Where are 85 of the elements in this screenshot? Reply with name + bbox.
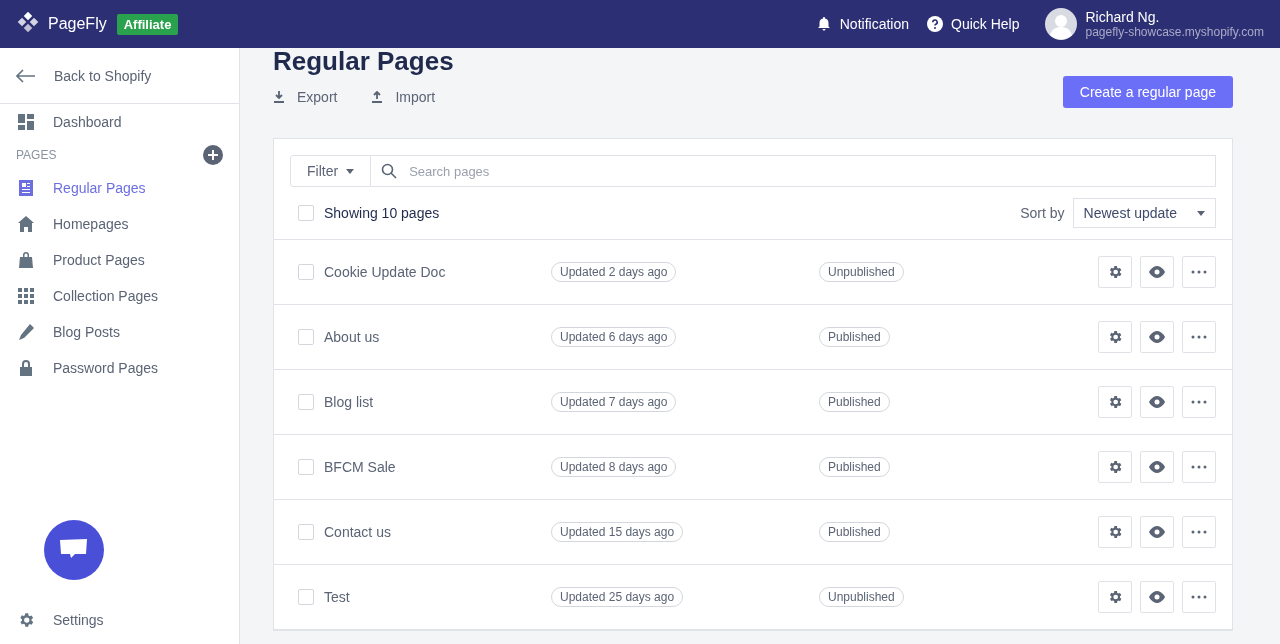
settings-button[interactable] (1098, 386, 1132, 418)
eye-icon (1148, 591, 1166, 603)
bag-icon (17, 251, 35, 269)
home-icon (17, 215, 35, 233)
showing-count: Showing 10 pages (324, 205, 440, 221)
eye-icon (1148, 266, 1166, 278)
avatar-icon (1045, 8, 1078, 40)
eye-icon (1148, 461, 1166, 473)
back-link[interactable]: Back to Shopify (0, 48, 239, 104)
eye-icon (1148, 331, 1166, 343)
section-heading: PAGES (16, 148, 57, 162)
sidebar-item[interactable]: Regular Pages (0, 170, 239, 206)
export-link[interactable]: Export (273, 89, 338, 105)
preview-button[interactable] (1140, 321, 1174, 353)
back-arrow-icon (16, 68, 36, 83)
settings-button[interactable] (1098, 321, 1132, 353)
row-checkbox[interactable] (298, 524, 314, 540)
grid-icon (17, 287, 35, 305)
more-icon (1191, 270, 1207, 274)
eye-icon (1148, 396, 1166, 408)
settings-icon (1107, 524, 1123, 540)
settings-icon (1107, 329, 1123, 345)
search-field[interactable]: Search pages (371, 155, 1216, 187)
caret-icon (1197, 210, 1205, 216)
more-icon (1191, 335, 1207, 339)
store-url: pagefly-showcase.myshopify.com (1085, 25, 1264, 39)
eye-icon (1148, 526, 1166, 538)
preview-button[interactable] (1140, 581, 1174, 613)
chat-button[interactable] (44, 520, 104, 580)
create-page-button[interactable]: Create a regular page (1062, 76, 1233, 108)
settings-icon (1107, 589, 1123, 605)
settings-button[interactable] (1098, 516, 1132, 548)
settings-icon (1107, 264, 1123, 280)
quick-help-link[interactable]: Quick Help (927, 16, 1020, 32)
preview-button[interactable] (1140, 516, 1174, 548)
filter-button[interactable]: Filter (290, 155, 372, 187)
page-name[interactable]: Cookie Update Doc (324, 264, 551, 280)
sidebar-item[interactable]: Product Pages (0, 242, 239, 278)
more-icon (1191, 465, 1207, 469)
more-icon (1191, 530, 1207, 534)
upload-icon (371, 91, 384, 103)
settings-button[interactable] (1098, 256, 1132, 288)
affiliate-badge: Affiliate (116, 13, 179, 35)
brand-name: PageFly (48, 15, 107, 33)
dashboard-link[interactable]: Dashboard (0, 104, 239, 140)
select-all-checkbox[interactable] (298, 205, 314, 221)
user-name: Richard Ng. (1085, 9, 1161, 25)
import-link[interactable]: Import (371, 89, 436, 105)
preview-button[interactable] (1140, 256, 1174, 288)
search-icon (381, 163, 398, 179)
sidebar-item[interactable]: Collection Pages (0, 278, 239, 314)
more-icon (1191, 595, 1207, 599)
more-icon (1191, 400, 1207, 404)
sidebar-item[interactable]: Homepages (0, 206, 239, 242)
sidebar-item[interactable]: Blog Posts (0, 314, 239, 350)
settings-icon (1107, 459, 1123, 475)
page-icon (17, 179, 35, 197)
notification-link[interactable]: Notification (815, 16, 909, 32)
page-name[interactable]: Contact us (324, 524, 551, 540)
page-title: Regular Pages (273, 48, 454, 74)
download-icon (273, 91, 285, 103)
row-checkbox[interactable] (298, 394, 314, 410)
settings-link[interactable]: Settings (0, 602, 239, 638)
dashboard-icon (17, 113, 35, 131)
sidebar-item[interactable]: Password Pages (0, 350, 239, 386)
page-name[interactable]: Test (324, 589, 551, 605)
page-name[interactable]: About us (324, 329, 551, 345)
preview-button[interactable] (1140, 386, 1174, 418)
preview-button[interactable] (1140, 451, 1174, 483)
settings-button[interactable] (1098, 451, 1132, 483)
page-name[interactable]: BFCM Sale (324, 459, 551, 475)
help-icon (927, 16, 943, 32)
lock-icon (17, 359, 35, 377)
row-checkbox[interactable] (298, 264, 314, 280)
sort-dropdown[interactable]: Newest update (1072, 198, 1216, 228)
pencil-icon (17, 323, 35, 341)
settings-icon (1107, 394, 1123, 410)
row-checkbox[interactable] (298, 329, 314, 345)
page-name[interactable]: Blog list (324, 394, 551, 410)
sort-label: Sort by (1020, 205, 1065, 221)
caret-icon (346, 168, 355, 174)
add-page-button[interactable] (203, 145, 223, 165)
settings-button[interactable] (1098, 581, 1132, 613)
row-checkbox[interactable] (298, 459, 314, 475)
row-checkbox[interactable] (298, 589, 314, 605)
